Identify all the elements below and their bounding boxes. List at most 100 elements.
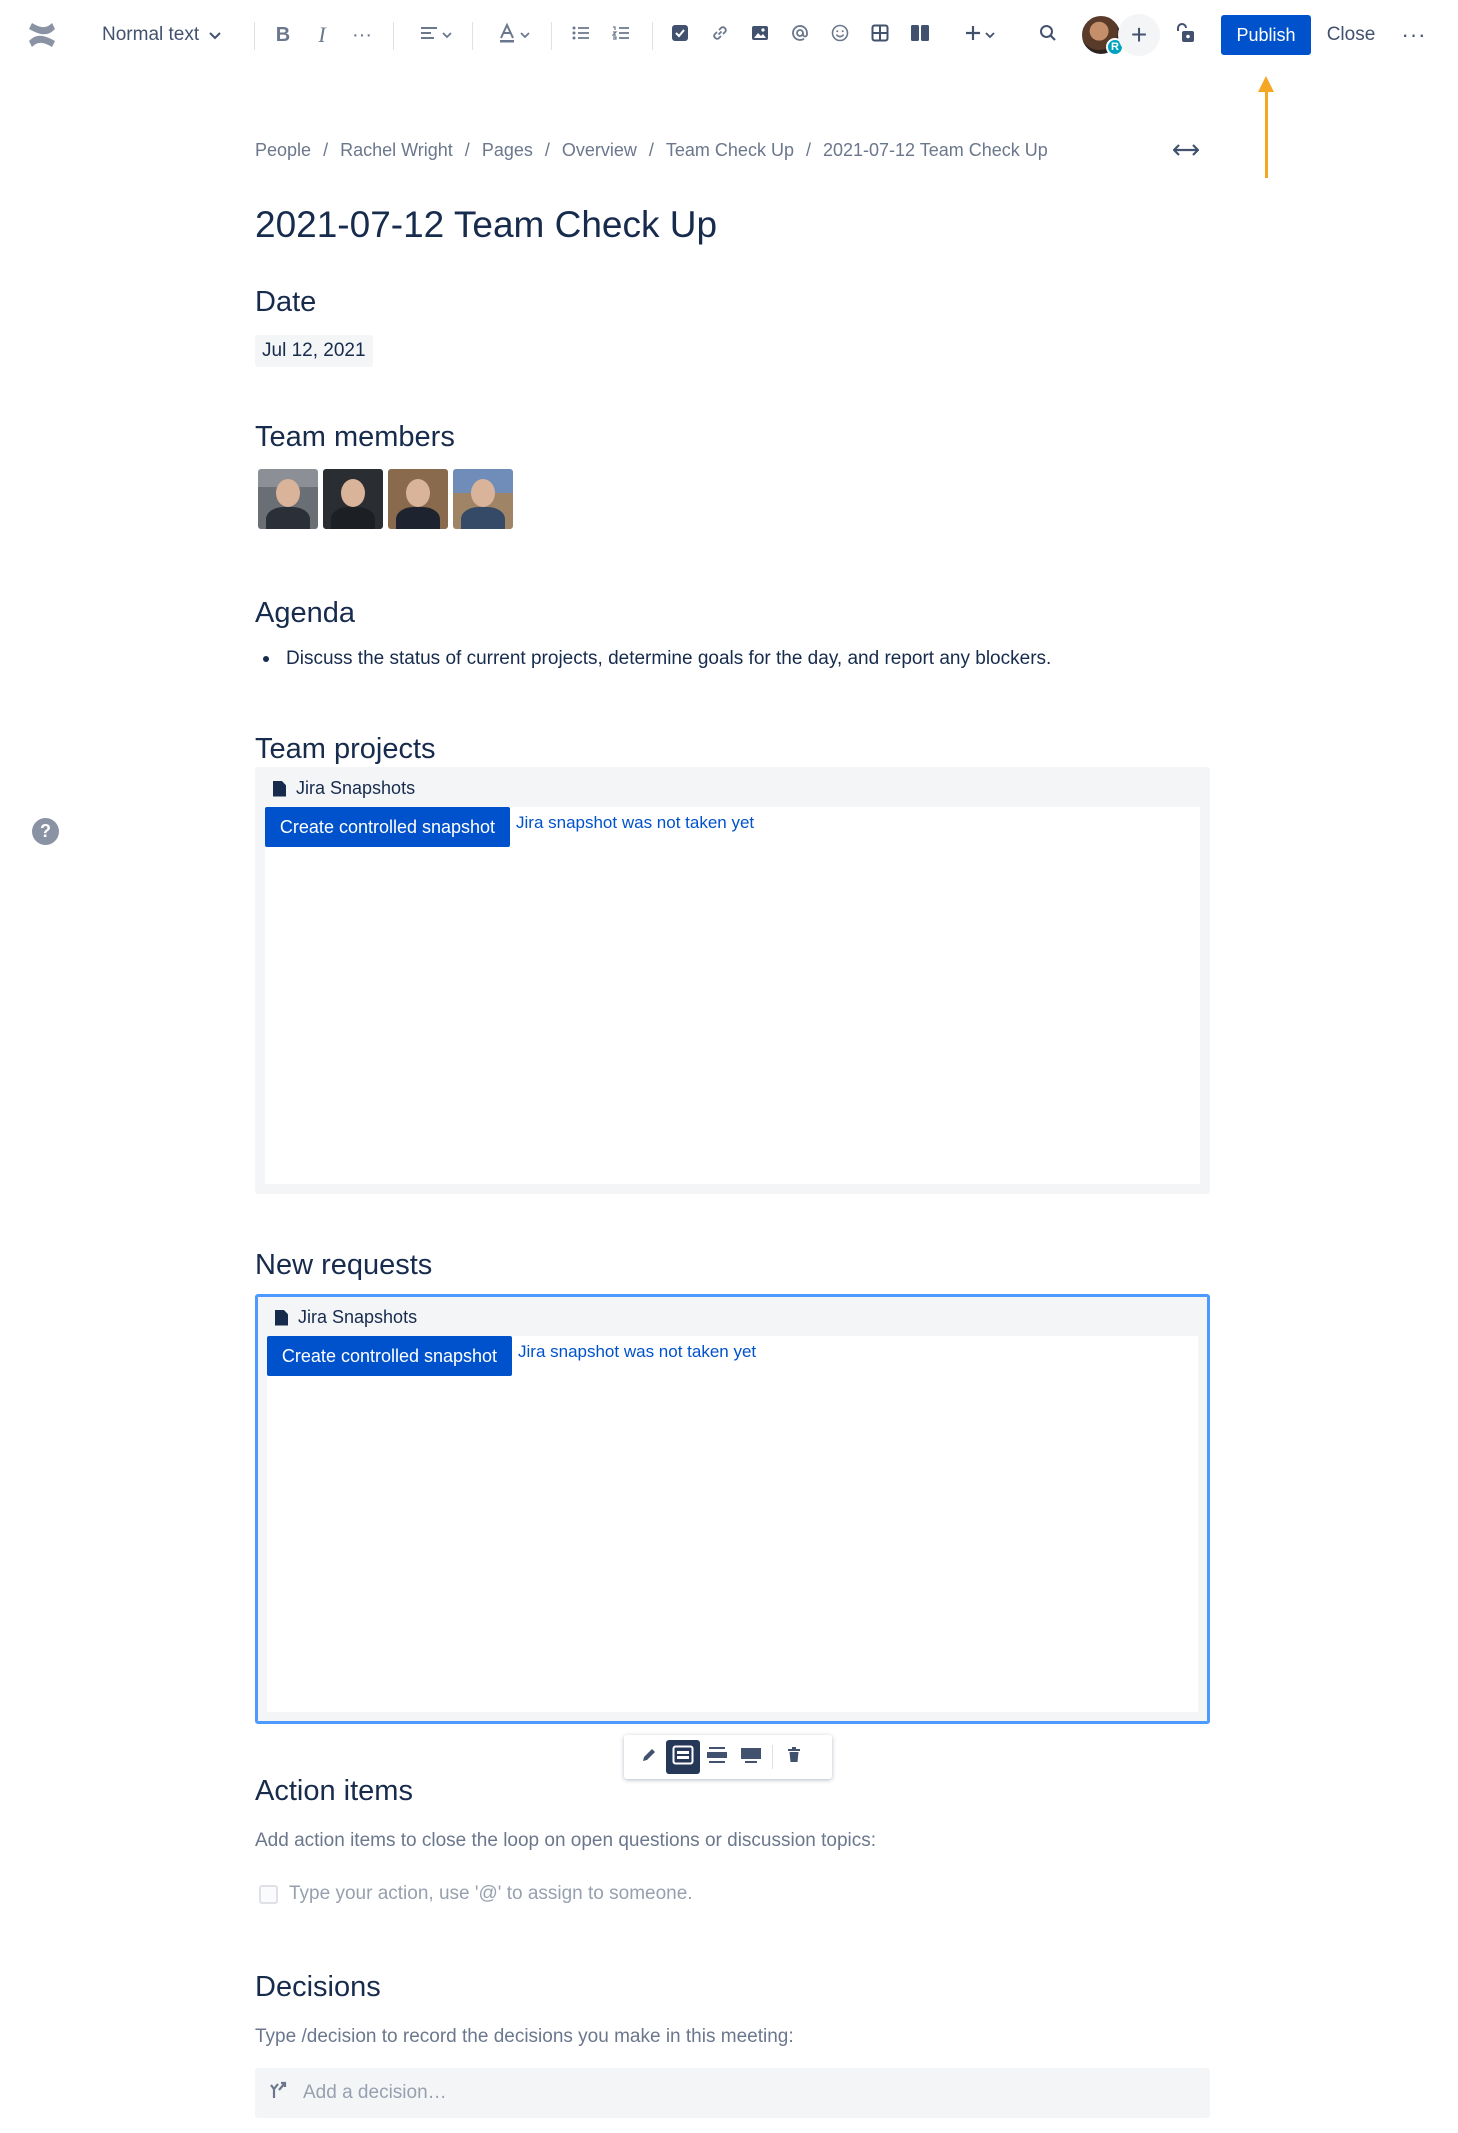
numbered-list-icon <box>611 25 630 45</box>
publish-button[interactable]: Publish <box>1221 15 1311 55</box>
bullet-list-icon <box>572 26 590 45</box>
mention-button[interactable] <box>783 0 817 70</box>
more-formatting-icon: ··· <box>352 23 372 46</box>
breadcrumb-item[interactable]: Team Check Up <box>666 140 794 161</box>
jira-snapshot-macro[interactable]: Jira Snapshots Create controlled snapsho… <box>255 767 1210 1194</box>
macro-header: Jira Snapshots <box>275 1307 417 1328</box>
toolbar-divider <box>652 22 653 50</box>
toolbar-divider <box>254 22 255 50</box>
macro-header: Jira Snapshots <box>273 778 415 799</box>
task-checkbox[interactable] <box>259 1884 278 1904</box>
link-button[interactable] <box>703 0 737 70</box>
insert-plus-icon <box>965 25 981 46</box>
chevron-down-icon <box>985 26 995 44</box>
snapshot-status-link[interactable]: Jira snapshot was not taken yet <box>518 1342 756 1362</box>
layouts-icon <box>910 24 930 47</box>
restrictions-icon <box>1174 22 1196 49</box>
more-actions-button[interactable]: ··· <box>1394 15 1434 55</box>
page-title[interactable]: 2021-07-12 Team Check Up <box>255 204 717 246</box>
help-icon[interactable]: ? <box>32 818 59 845</box>
layout-full-width-button[interactable] <box>734 1740 768 1774</box>
breadcrumb-item[interactable]: People <box>255 140 311 161</box>
full-width-toggle[interactable] <box>1172 140 1200 163</box>
text-style-dropdown[interactable]: Normal text <box>102 0 232 70</box>
decision-placeholder[interactable]: Add a decision… <box>303 2082 447 2104</box>
toolbar-divider <box>393 22 394 50</box>
breadcrumb-item[interactable]: Pages <box>482 140 533 161</box>
annotation-arrow <box>1265 86 1268 178</box>
create-snapshot-button[interactable]: Create controlled snapshot <box>265 807 510 847</box>
layout-wide-button[interactable] <box>700 1740 734 1774</box>
breadcrumb-item[interactable]: Overview <box>562 140 637 161</box>
decisions-heading[interactable]: Decisions <box>255 1971 381 2004</box>
team-members-list <box>258 469 513 529</box>
list-item[interactable]: Discuss the status of current projects, … <box>263 648 1051 670</box>
layout-default-button[interactable] <box>666 1740 700 1774</box>
layout-wide-icon <box>706 1746 728 1769</box>
avatar[interactable] <box>453 469 513 529</box>
insert-dropdown[interactable] <box>958 0 1002 70</box>
avatar[interactable] <box>323 469 383 529</box>
decision-icon <box>269 2080 289 2106</box>
bold-button[interactable]: B <box>266 0 300 70</box>
document-icon <box>273 780 286 797</box>
breadcrumb: People / Rachel Wright / Pages / Overview / … <box>255 140 1048 161</box>
agenda-heading[interactable]: Agenda <box>255 597 355 630</box>
align-icon <box>420 26 438 45</box>
toolbar-divider <box>772 1745 773 1769</box>
macro-floating-toolbar <box>624 1735 832 1779</box>
create-snapshot-button[interactable]: Create controlled snapshot <box>267 1336 512 1376</box>
date-heading[interactable]: Date <box>255 286 316 319</box>
breadcrumb-item[interactable]: Rachel Wright <box>340 140 453 161</box>
more-formatting-button[interactable]: ··· <box>345 0 379 70</box>
layouts-button[interactable] <box>903 0 937 70</box>
team-members-heading[interactable]: Team members <box>255 421 455 454</box>
layout-full-width-icon <box>740 1746 762 1769</box>
task-button[interactable] <box>663 0 697 70</box>
table-button[interactable] <box>863 0 897 70</box>
snapshot-status-link[interactable]: Jira snapshot was not taken yet <box>516 813 754 833</box>
confluence-logo-icon[interactable] <box>22 0 62 70</box>
decisions-description[interactable]: Type /decision to record the decisions y… <box>255 2026 794 2048</box>
date-lozenge[interactable]: Jul 12, 2021 <box>255 335 373 367</box>
close-button[interactable]: Close <box>1316 15 1386 55</box>
trash-icon <box>787 1746 801 1768</box>
image-button[interactable] <box>743 0 777 70</box>
numbered-list-button[interactable] <box>604 0 638 70</box>
emoji-button[interactable] <box>823 0 857 70</box>
mention-icon <box>791 24 809 47</box>
breadcrumb-item[interactable]: 2021-07-12 Team Check Up <box>823 140 1048 161</box>
macro-title: Jira Snapshots <box>296 778 416 798</box>
editor-toolbar: Normal text B I ··· R + Publish Close ··… <box>0 0 1458 70</box>
task-placeholder[interactable]: Type your action, use '@' to assign to s… <box>289 1883 693 1905</box>
more-icon: ··· <box>1401 22 1427 47</box>
text-color-dropdown[interactable] <box>488 0 540 70</box>
chevron-down-icon <box>209 24 221 46</box>
task-icon <box>671 24 689 47</box>
text-color-icon <box>498 22 516 48</box>
bullet-list-button[interactable] <box>564 0 598 70</box>
italic-button[interactable]: I <box>305 0 339 70</box>
document-icon <box>275 1309 288 1326</box>
invite-collaborator-button[interactable]: + <box>1118 14 1160 56</box>
jira-snapshot-macro[interactable]: Jira Snapshots Create controlled snapsho… <box>255 1294 1210 1724</box>
link-icon <box>711 24 729 47</box>
task-item[interactable]: Type your action, use '@' to assign to s… <box>259 1883 693 1905</box>
search-button[interactable] <box>1031 0 1065 70</box>
edit-macro-button[interactable] <box>632 1740 666 1774</box>
alignment-dropdown[interactable] <box>410 0 462 70</box>
chevron-down-icon <box>520 26 530 44</box>
action-items-description[interactable]: Add action items to close the loop on op… <box>255 1830 876 1852</box>
toolbar-divider <box>551 22 552 50</box>
agenda-list: Discuss the status of current projects, … <box>263 648 1051 670</box>
restrictions-button[interactable] <box>1168 0 1202 70</box>
pencil-icon <box>641 1747 657 1768</box>
table-icon <box>871 24 889 47</box>
team-projects-heading[interactable]: Team projects <box>255 733 436 766</box>
delete-macro-button[interactable] <box>777 1740 811 1774</box>
avatar[interactable] <box>388 469 448 529</box>
avatar[interactable] <box>258 469 318 529</box>
action-items-heading[interactable]: Action items <box>255 1775 413 1808</box>
decision-item[interactable]: Add a decision… <box>255 2068 1210 2118</box>
new-requests-heading[interactable]: New requests <box>255 1249 432 1282</box>
